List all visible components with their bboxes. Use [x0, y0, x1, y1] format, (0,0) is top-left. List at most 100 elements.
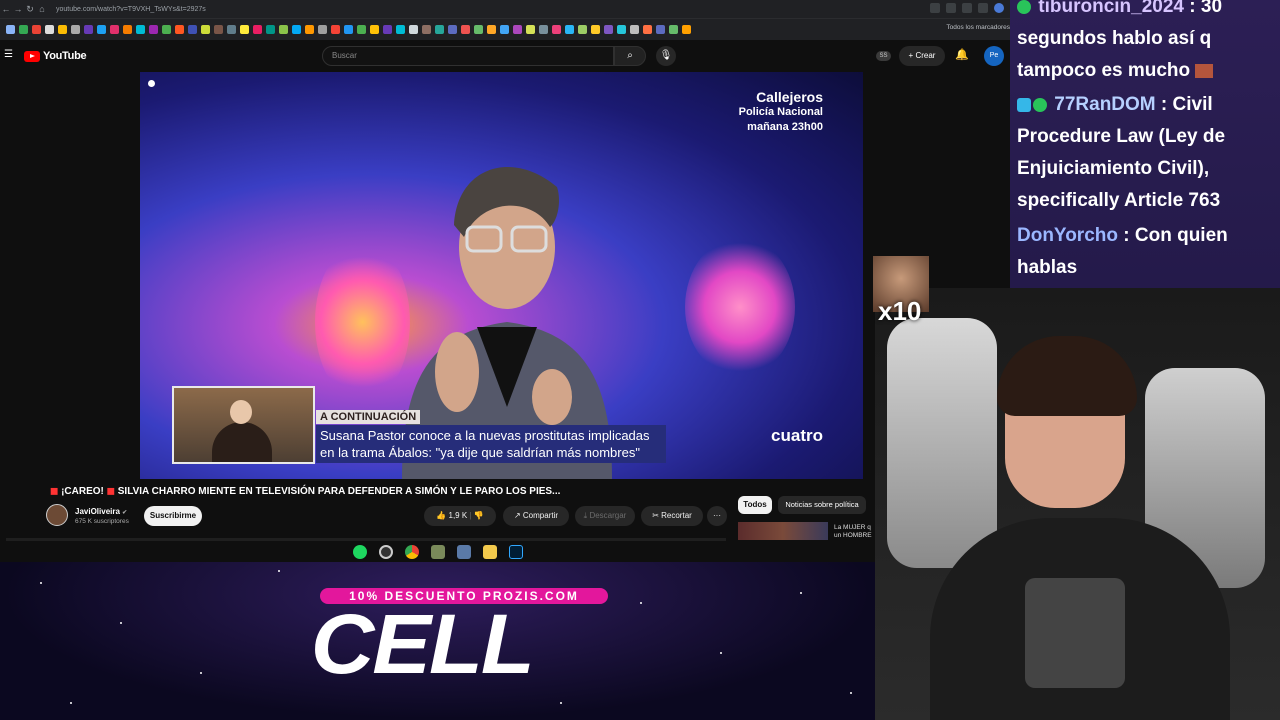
search-button[interactable]: ⌕: [614, 46, 646, 66]
notifications-bell-icon[interactable]: 🔔: [955, 48, 969, 61]
bookmark-icon[interactable]: [32, 25, 41, 34]
bookmark-icon[interactable]: [357, 25, 366, 34]
extension-icon[interactable]: [978, 3, 988, 13]
bookmark-icon[interactable]: [500, 25, 509, 34]
voice-search-button[interactable]: 🎙: [656, 46, 676, 66]
bookmark-icon[interactable]: [292, 25, 301, 34]
bookmark-icon[interactable]: [526, 25, 535, 34]
bookmark-icon[interactable]: [110, 25, 119, 34]
url-field[interactable]: youtube.com/watch?v=T9VXH_TsWYs&t=2927s: [56, 6, 206, 13]
ss-badge[interactable]: SS: [876, 51, 891, 61]
bookmark-icon[interactable]: [45, 25, 54, 34]
bookmark-icon[interactable]: [409, 25, 418, 34]
bookmark-icon[interactable]: [630, 25, 639, 34]
bookmark-icon[interactable]: [188, 25, 197, 34]
channel-avatar[interactable]: [46, 504, 68, 526]
bookmark-icon[interactable]: [383, 25, 392, 34]
bookmark-icon[interactable]: [539, 25, 548, 34]
bookmark-icon[interactable]: [487, 25, 496, 34]
chat-username[interactable]: DonYorcho: [1017, 225, 1118, 246]
thumbs-down-icon[interactable]: 👎: [474, 511, 484, 520]
bookmark-icon[interactable]: [565, 25, 574, 34]
chip-all[interactable]: Todos: [738, 496, 772, 514]
bookmark-icon[interactable]: [474, 25, 483, 34]
back-icon[interactable]: ←: [0, 4, 12, 14]
bookmark-icon[interactable]: [318, 25, 327, 34]
bookmark-icon[interactable]: [552, 25, 561, 34]
bookmark-icon[interactable]: [604, 25, 613, 34]
account-avatar[interactable]: Pe: [984, 46, 1004, 66]
network-logo: cuatro: [771, 426, 823, 445]
chat-username[interactable]: tiburoncin_2024: [1038, 0, 1184, 17]
bookmark-icon[interactable]: [578, 25, 587, 34]
bookmark-icon[interactable]: [136, 25, 145, 34]
bookmark-icon[interactable]: [422, 25, 431, 34]
related-video-title[interactable]: La MUJER q un HOMBRE: [834, 524, 872, 540]
video-player[interactable]: Callejeros Policía Nacional mañana 23h00…: [140, 72, 863, 479]
bookmark-icon[interactable]: [591, 25, 600, 34]
chat-username[interactable]: 77RanDOM: [1054, 94, 1155, 115]
photoshop-icon[interactable]: [508, 544, 523, 559]
bookmark-icon[interactable]: [331, 25, 340, 34]
download-button[interactable]: ⤓ Descargar: [575, 506, 635, 526]
like-dislike-button[interactable]: 👍 1,9 K | 👎: [424, 506, 496, 526]
menu-icon[interactable]: ☰: [4, 49, 14, 61]
bookmark-icon[interactable]: [305, 25, 314, 34]
chrome-icon[interactable]: [404, 544, 419, 559]
app-icon[interactable]: [430, 544, 445, 559]
bookmark-icon[interactable]: [396, 25, 405, 34]
bookmark-icon[interactable]: [240, 25, 249, 34]
bookmark-icon[interactable]: [162, 25, 171, 34]
subscriber-badge-icon: [1033, 97, 1047, 112]
bookmark-icon[interactable]: [617, 25, 626, 34]
bookmark-icon[interactable]: [435, 25, 444, 34]
chip-politics-news[interactable]: Noticias sobre política: [778, 496, 866, 514]
bookmark-icon[interactable]: [448, 25, 457, 34]
youtube-logo[interactable]: YouTube: [24, 50, 87, 62]
bookmark-icon[interactable]: [97, 25, 106, 34]
bookmark-icon[interactable]: [682, 25, 691, 34]
spotify-icon[interactable]: [352, 544, 367, 559]
bookmark-icon[interactable]: [149, 25, 158, 34]
folder-icon[interactable]: [482, 544, 497, 559]
bookmark-icon[interactable]: [6, 25, 15, 34]
search-input[interactable]: Buscar: [322, 46, 614, 66]
bookmark-icon[interactable]: [279, 25, 288, 34]
bookmark-icon[interactable]: [71, 25, 80, 34]
bookmark-icon[interactable]: [227, 25, 236, 34]
bookmark-icon[interactable]: [201, 25, 210, 34]
bookmark-icon[interactable]: [461, 25, 470, 34]
bookmark-icon[interactable]: [344, 25, 353, 34]
related-video-thumbnail[interactable]: [738, 522, 828, 540]
bookmark-icon[interactable]: [643, 25, 652, 34]
extension-icon[interactable]: [962, 3, 972, 13]
bookmark-icon[interactable]: [253, 25, 262, 34]
bookmark-icon[interactable]: [214, 25, 223, 34]
more-actions-button[interactable]: ···: [707, 506, 727, 526]
channel-name[interactable]: JaviOliveira ✔: [75, 507, 127, 516]
obs-icon[interactable]: [378, 544, 393, 559]
bookmark-icon[interactable]: [266, 25, 275, 34]
bookmark-icon[interactable]: [370, 25, 379, 34]
subscribe-button[interactable]: Suscribirme: [144, 506, 202, 526]
bookmark-icon[interactable]: [58, 25, 67, 34]
extension-icon[interactable]: [930, 3, 940, 13]
bookmark-icon[interactable]: [19, 25, 28, 34]
bookmark-icon[interactable]: [175, 25, 184, 34]
clip-button[interactable]: ✂ Recortar: [641, 506, 703, 526]
reload-icon[interactable]: ↻: [24, 4, 36, 15]
bookmark-icon[interactable]: [123, 25, 132, 34]
forward-icon[interactable]: →: [12, 4, 24, 14]
share-button[interactable]: ↗ Compartir: [503, 506, 569, 526]
app-icon[interactable]: [456, 544, 471, 559]
bookmark-star-icon[interactable]: [946, 3, 956, 13]
bookmark-icon[interactable]: [513, 25, 522, 34]
video-title: ◼ ¡CAREO! ◼ SILVIA CHARRO MIENTE EN TELE…: [50, 486, 560, 497]
create-button[interactable]: + Crear: [899, 46, 945, 66]
profile-icon[interactable]: [994, 3, 1004, 13]
bookmark-icon[interactable]: [84, 25, 93, 34]
bookmark-icon[interactable]: [669, 25, 678, 34]
all-bookmarks-link[interactable]: Todos los marcadores: [946, 24, 1010, 31]
bookmark-icon[interactable]: [656, 25, 665, 34]
home-icon[interactable]: ⌂: [36, 4, 48, 14]
